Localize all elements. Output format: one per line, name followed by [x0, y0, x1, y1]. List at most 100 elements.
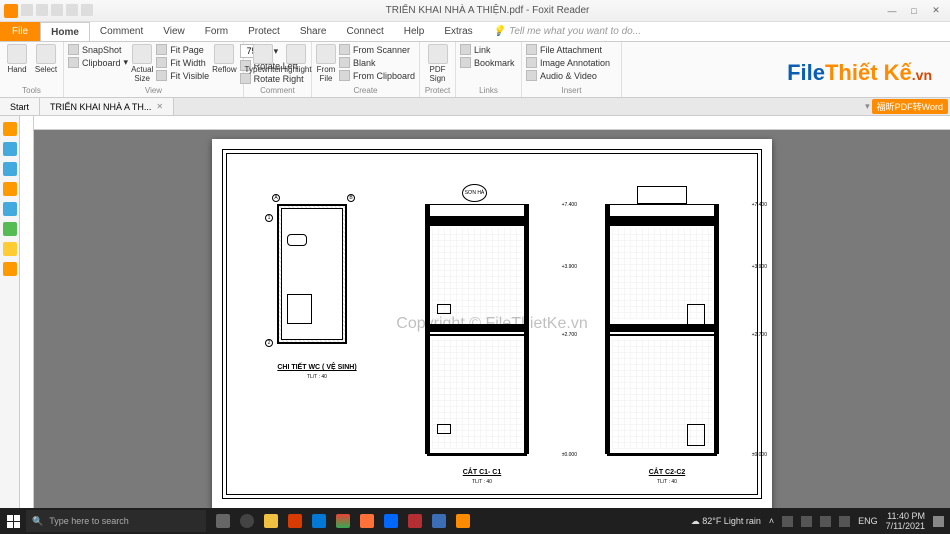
tab-dropdown-icon[interactable]: ▾	[865, 101, 870, 112]
select-tool[interactable]: Select	[33, 44, 59, 74]
side-tool-2[interactable]	[3, 142, 17, 156]
app-autocad[interactable]	[404, 510, 426, 532]
close-button[interactable]: ✕	[926, 4, 946, 18]
notifications-icon[interactable]	[933, 516, 944, 527]
qat-print[interactable]	[51, 4, 63, 16]
link-button[interactable]: Link	[460, 44, 515, 55]
group-insert-label: Insert	[526, 85, 617, 95]
tray-volume-icon[interactable]	[839, 516, 850, 527]
actual-size-button[interactable]: Actual Size	[131, 44, 153, 83]
fit-width-button[interactable]: Fit Width	[156, 57, 209, 68]
av-label: Audio & Video	[540, 71, 597, 81]
reflow-button[interactable]: Reflow	[212, 44, 236, 74]
image-annotation-button[interactable]: Image Annotation	[526, 57, 610, 68]
side-tool-8[interactable]	[3, 262, 17, 276]
bookmark-button[interactable]: Bookmark	[460, 57, 515, 68]
qat-undo[interactable]	[66, 4, 78, 16]
side-tool-7[interactable]	[3, 242, 17, 256]
minimize-button[interactable]: —	[882, 4, 902, 18]
clock-time[interactable]: 11:40 PM	[886, 511, 925, 521]
app-revit[interactable]	[428, 510, 450, 532]
app-foxit[interactable]	[452, 510, 474, 532]
doc-tab-start[interactable]: Start	[0, 98, 40, 115]
start-label: Start	[10, 102, 29, 112]
drawing-wc-plan: CHI TIẾT WC ( VỆ SINH) TL/T : 40 A B 1 2	[257, 184, 377, 384]
tab-home[interactable]: Home	[40, 22, 90, 41]
doc-tab-file[interactable]: TRIỂN KHAI NHÀ A TH...✕	[40, 98, 174, 115]
qat-open[interactable]	[21, 4, 33, 16]
watermark-logo: FileThiết Kế.vn	[787, 60, 932, 86]
wm-p1: File	[787, 60, 825, 85]
grid-bubble-2: 2	[265, 339, 273, 347]
document-canvas[interactable]: CHI TIẾT WC ( VỆ SINH) TL/T : 40 A B 1 2	[34, 130, 950, 518]
elev-1b: +2.700	[752, 332, 767, 338]
tray-wifi-icon[interactable]	[820, 516, 831, 527]
highlight-button[interactable]: Highlight	[281, 44, 311, 74]
side-tool-6[interactable]	[3, 222, 17, 236]
fileatt-label: File Attachment	[540, 45, 602, 55]
sign-label: PDF Sign	[424, 65, 451, 83]
pdf-sign-button[interactable]: PDF Sign	[424, 44, 451, 83]
grid-bubble-1: 1	[265, 214, 273, 222]
fit-visible-button[interactable]: Fit Visible	[156, 70, 209, 81]
taskbar-search[interactable]: 🔍Type here to search	[26, 510, 206, 532]
tray-icon-1[interactable]	[782, 516, 793, 527]
workspace: CHI TIẾT WC ( VỆ SINH) TL/T : 40 A B 1 2	[0, 116, 950, 518]
qat-save[interactable]	[36, 4, 48, 16]
tab-help[interactable]: Help	[394, 22, 435, 41]
tab-view[interactable]: View	[153, 22, 195, 41]
weather-widget[interactable]: ☁ 82°F Light rain	[691, 516, 761, 527]
snapshot-button[interactable]: SnapShot	[68, 44, 128, 55]
from-file-button[interactable]: From File	[316, 44, 336, 83]
horizontal-ruler	[34, 116, 950, 130]
d3-title: CẮT C2-C2	[587, 469, 747, 476]
from-scanner-button[interactable]: From Scanner	[339, 44, 415, 55]
clock-date[interactable]: 7/11/2021	[886, 521, 925, 531]
search-icon: 🔍	[32, 516, 43, 527]
app-zalo[interactable]	[380, 510, 402, 532]
elev-1: +2.700	[562, 332, 577, 338]
tab-protect[interactable]: Protect	[238, 22, 290, 41]
qat-redo[interactable]	[81, 4, 93, 16]
group-protect-label: Protect	[424, 85, 451, 95]
app-explorer[interactable]	[260, 510, 282, 532]
fit-page-button[interactable]: Fit Page	[156, 44, 209, 55]
typewriter-button[interactable]: Typewriter	[248, 44, 278, 74]
clipboard-button[interactable]: Clipboard ▾	[68, 57, 128, 68]
task-view-button[interactable]	[212, 510, 234, 532]
from-clipboard-button[interactable]: From Clipboard	[339, 70, 415, 81]
tab-comment[interactable]: Comment	[90, 22, 153, 41]
file-attachment-button[interactable]: File Attachment	[526, 44, 610, 55]
close-tab-icon[interactable]: ✕	[156, 102, 163, 111]
app-edge[interactable]	[308, 510, 330, 532]
tab-file[interactable]: File	[0, 22, 40, 41]
tab-extras[interactable]: Extras	[434, 22, 482, 41]
tab-connect[interactable]: Connect	[337, 22, 394, 41]
drawing-section-c2: ±0.000 +2.700 +3.900 +7.400 CẮT C2-C2 TL…	[587, 174, 747, 474]
hl-label: Highlight	[280, 65, 311, 74]
audio-video-button[interactable]: Audio & Video	[526, 70, 610, 81]
cortana-button[interactable]	[236, 510, 258, 532]
window-titlebar: TRIỂN KHAI NHÀ A THIỆN.pdf - Foxit Reade…	[0, 0, 950, 22]
tab-form[interactable]: Form	[195, 22, 238, 41]
app-chrome[interactable]	[332, 510, 354, 532]
actual-label: Actual Size	[131, 65, 153, 83]
language-indicator[interactable]: ENG	[858, 516, 878, 526]
side-tool-3[interactable]	[3, 162, 17, 176]
pdf-to-word-button[interactable]: 福昕PDF转Word	[872, 99, 948, 114]
app-office[interactable]	[284, 510, 306, 532]
wm-vn: .vn	[912, 67, 932, 83]
start-button[interactable]	[0, 508, 26, 534]
maximize-button[interactable]: □	[904, 4, 924, 18]
tell-me-search[interactable]: 💡 Tell me what you want to do...	[483, 22, 641, 41]
blank-button[interactable]: Blank	[339, 57, 415, 68]
hand-tool[interactable]: Hand	[4, 44, 30, 74]
tray-chevron-icon[interactable]: ˄	[769, 516, 774, 526]
tray-icon-2[interactable]	[801, 516, 812, 527]
side-tool-1[interactable]	[3, 122, 17, 136]
tab-share[interactable]: Share	[290, 22, 337, 41]
side-tool-5[interactable]	[3, 202, 17, 216]
select-label: Select	[35, 65, 57, 74]
side-tool-4[interactable]	[3, 182, 17, 196]
app-firefox[interactable]	[356, 510, 378, 532]
